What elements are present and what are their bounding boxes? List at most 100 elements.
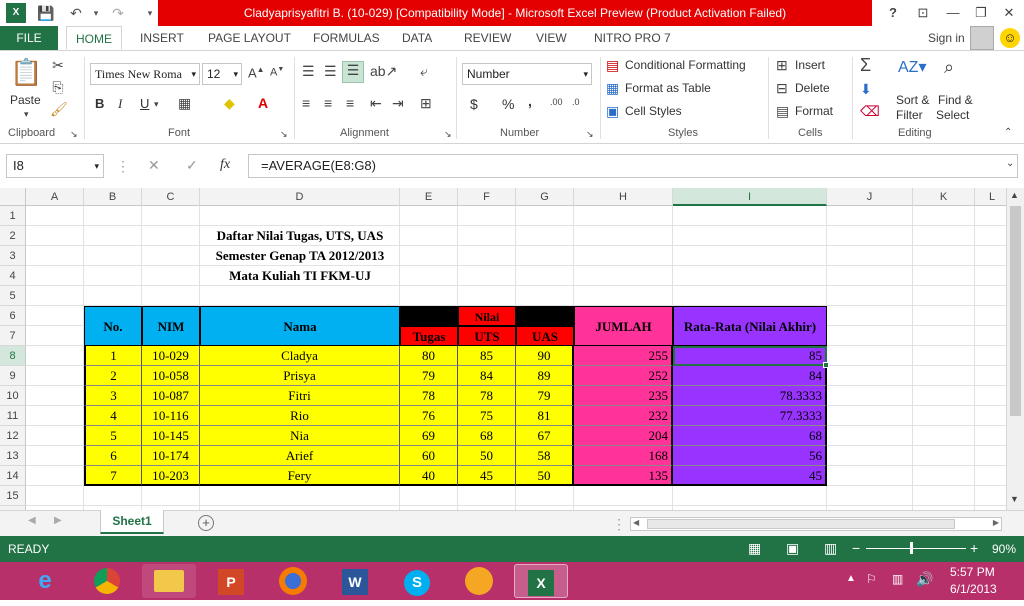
chrome-icon[interactable] <box>80 564 134 598</box>
cell-jumlah[interactable]: 168 <box>574 446 673 466</box>
cell-nama[interactable]: Rio <box>200 406 400 426</box>
row-header-13[interactable]: 13 <box>0 446 26 466</box>
wrap-text-icon[interactable]: ⤶ <box>420 63 428 80</box>
align-bottom-icon[interactable]: ☰ <box>342 61 364 83</box>
cell-no[interactable]: 1 <box>84 346 142 366</box>
help-button[interactable]: ? <box>880 2 906 24</box>
minimize-button[interactable]: — <box>940 2 966 24</box>
format-painter-icon[interactable]: 🖌 <box>50 101 68 118</box>
tab-data[interactable]: DATA <box>398 26 436 50</box>
insert-button[interactable]: Insert <box>795 58 825 72</box>
next-sheet-icon[interactable]: ▶ <box>54 515 62 526</box>
cell-nim[interactable]: 10-029 <box>142 346 200 366</box>
cell-uas[interactable]: 67 <box>516 426 574 446</box>
font-color-icon[interactable]: A <box>258 95 268 111</box>
customize-qat-icon[interactable]: ▾ <box>140 3 160 23</box>
bold-button[interactable]: B <box>95 96 104 111</box>
cell-no[interactable]: 2 <box>84 366 142 386</box>
clipboard-launcher-icon[interactable]: ↘ <box>70 129 78 140</box>
cell-rata[interactable]: 78.3333 <box>673 386 827 406</box>
cell-no[interactable]: 5 <box>84 426 142 446</box>
row-header-4[interactable]: 4 <box>0 266 26 286</box>
cell-jumlah[interactable]: 255 <box>574 346 673 366</box>
row-header-2[interactable]: 2 <box>0 226 26 246</box>
paste-dropdown-icon[interactable]: ▾ <box>24 109 29 120</box>
clear-icon[interactable]: ⌫ <box>860 103 880 120</box>
cell-no[interactable]: 6 <box>84 446 142 466</box>
header-no[interactable]: No. <box>84 306 142 346</box>
avatar[interactable] <box>970 26 994 50</box>
normal-view-icon[interactable]: ▦ <box>748 540 761 557</box>
restore-button[interactable]: ❐ <box>968 2 994 24</box>
sort-filter-button-line2[interactable]: Filter <box>896 108 923 122</box>
align-top-icon[interactable]: ☰ <box>302 63 315 80</box>
horizontal-scrollbar[interactable]: ◀ ▶ <box>630 517 1002 531</box>
sheet-tab-sheet1[interactable]: Sheet1 <box>100 510 164 534</box>
align-left-icon[interactable]: ≡ <box>302 95 310 111</box>
percent-style-button[interactable]: % <box>502 96 514 112</box>
row-header-10[interactable]: 10 <box>0 386 26 406</box>
row-header-3[interactable]: 3 <box>0 246 26 266</box>
column-header-d[interactable]: D <box>200 188 400 206</box>
column-header-l[interactable]: L <box>975 188 1010 206</box>
ribbon-display-icon[interactable]: ⊡ <box>910 2 936 24</box>
font-name-select[interactable]: Times New Roma ▾ <box>90 63 200 85</box>
cell-nim[interactable]: 10-058 <box>142 366 200 386</box>
row-header-6[interactable]: 6 <box>0 306 26 326</box>
tab-formulas[interactable]: FORMULAS <box>309 26 384 50</box>
cancel-icon[interactable]: ✕ <box>148 157 160 174</box>
scroll-thumb[interactable] <box>1010 206 1021 416</box>
column-header-j[interactable]: J <box>827 188 913 206</box>
word-icon[interactable]: W <box>328 564 382 598</box>
row-header-1[interactable]: 1 <box>0 206 26 226</box>
cell-rata[interactable]: 68 <box>673 426 827 446</box>
format-button[interactable]: Format <box>795 104 833 118</box>
cell-uts[interactable]: 85 <box>458 346 516 366</box>
cell-uas[interactable]: 89 <box>516 366 574 386</box>
borders-icon[interactable]: ▦ <box>178 95 191 112</box>
action-center-icon[interactable]: ⚐ <box>866 572 877 586</box>
formula-input[interactable]: =AVERAGE(E8:G8) <box>248 154 1018 178</box>
row-header-8[interactable]: 8 <box>0 346 26 366</box>
decrease-decimal-icon[interactable]: .0 <box>572 97 580 107</box>
firefox-icon[interactable] <box>266 564 320 598</box>
increase-decimal-icon[interactable]: .00 <box>550 97 563 107</box>
enter-icon[interactable]: ✓ <box>186 157 198 174</box>
sign-in-link[interactable]: Sign in <box>924 26 969 50</box>
find-select-button-line2[interactable]: Select <box>936 108 969 122</box>
cell-jumlah[interactable]: 204 <box>574 426 673 446</box>
row-header-9[interactable]: 9 <box>0 366 26 386</box>
column-header-c[interactable]: C <box>142 188 200 206</box>
cell-nim[interactable]: 10-203 <box>142 466 200 486</box>
network-icon[interactable]: ▥ <box>892 572 903 586</box>
binoculars-icon[interactable]: ⌕ <box>944 57 954 78</box>
fill-handle[interactable] <box>823 362 829 368</box>
worksheet-grid[interactable]: ABCDEFGHIJKL12345678910111213141516Dafta… <box>0 188 1010 510</box>
excel-taskbar-icon[interactable]: X <box>514 564 568 598</box>
decrease-indent-icon[interactable]: ⇤ <box>370 95 382 112</box>
cell-jumlah[interactable]: 235 <box>574 386 673 406</box>
center-icon[interactable]: ≡ <box>324 95 332 111</box>
sort-filter-icon[interactable]: AZ▾ <box>898 57 926 77</box>
cell-no[interactable]: 4 <box>84 406 142 426</box>
page-layout-view-icon[interactable]: ▣ <box>786 540 799 557</box>
cell-nama[interactable]: Arief <box>200 446 400 466</box>
clock-date[interactable]: 6/1/2013 <box>950 582 997 596</box>
header-rata-rata[interactable]: Rata-Rata (Nilai Akhir) <box>673 306 827 346</box>
cell-uts[interactable]: 84 <box>458 366 516 386</box>
scroll-up-icon[interactable]: ▲ <box>1010 190 1019 200</box>
smiley-feedback-icon[interactable]: ☺ <box>1000 28 1020 48</box>
find-select-button-line1[interactable]: Find & <box>938 93 973 107</box>
fill-color-icon[interactable]: ◆ <box>224 95 235 112</box>
column-header-i[interactable]: I <box>673 188 827 206</box>
scroll-down-icon[interactable]: ▼ <box>1010 494 1019 504</box>
cell-nama[interactable]: Fery <box>200 466 400 486</box>
column-header-h[interactable]: H <box>574 188 673 206</box>
cell-uas[interactable]: 81 <box>516 406 574 426</box>
media-player-icon[interactable] <box>452 564 506 598</box>
cell-rata[interactable]: 77.3333 <box>673 406 827 426</box>
cell-nim[interactable]: 10-087 <box>142 386 200 406</box>
page-break-view-icon[interactable]: ▥ <box>824 540 837 557</box>
zoom-in-icon[interactable]: + <box>970 540 978 556</box>
clock-time[interactable]: 5:57 PM <box>950 565 995 579</box>
